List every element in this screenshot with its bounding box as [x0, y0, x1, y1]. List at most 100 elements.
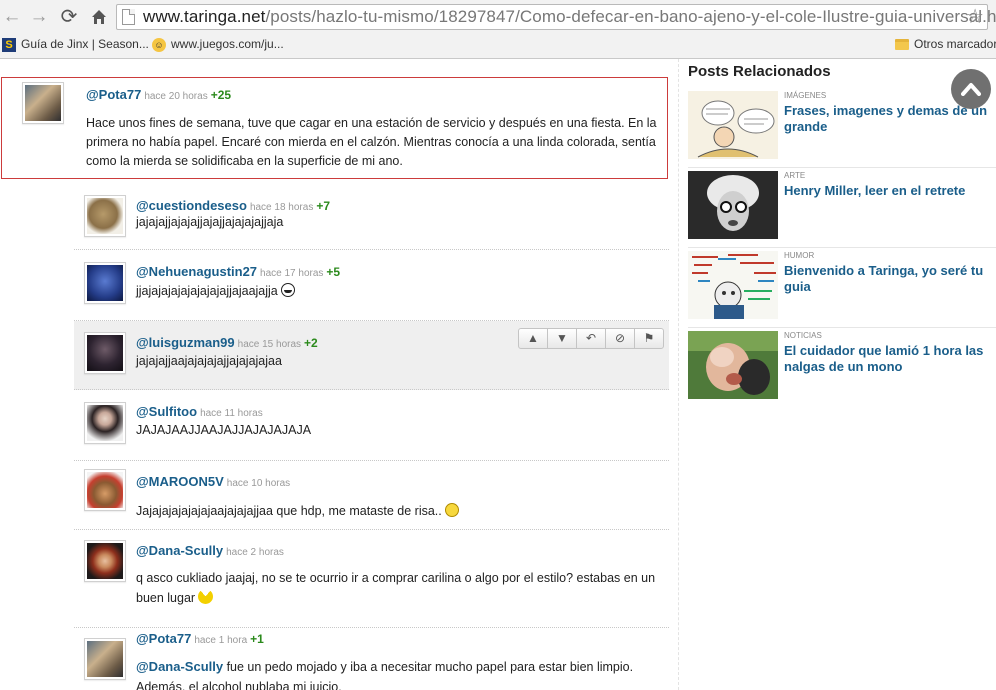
season-favicon-icon: S [2, 37, 16, 52]
comment-time: hace 18 horas [249, 202, 314, 213]
comment-text-wrap: @Dana-Scully fue un pedo mojado y iba a … [136, 657, 666, 690]
comment-author[interactable]: @Pota77 [136, 631, 191, 646]
comment-text-wrap: q asco cukliado jaajaj, no se te ocurrio… [136, 568, 666, 608]
comment-votes: +5 [326, 265, 341, 279]
comment-author[interactable]: @luisguzman99 [136, 335, 235, 350]
comment-item: @Dana-Scully hace 2 horas q asco cukliado… [74, 530, 669, 628]
comment-votes: +2 [304, 336, 318, 350]
comment-time: hace 20 horas [144, 91, 208, 102]
reload-icon: ⟳ [60, 6, 78, 28]
folder-icon [895, 39, 909, 51]
avatar[interactable] [84, 332, 126, 374]
related-post[interactable]: ARTE Henry Miller, leer en el retrete [688, 171, 996, 248]
post-title[interactable]: Frases, imagenes y demas de un grande [784, 103, 994, 135]
related-post[interactable]: IMÁGENES Frases, imagenes y demas de un … [688, 91, 996, 168]
reload-button[interactable]: ⟳ [58, 6, 80, 28]
comment-meta: @cuestiondeseso hace 18 horas +7 [136, 198, 330, 213]
laugh-emoticon-icon [444, 503, 459, 517]
report-button[interactable]: ⚑ [634, 328, 664, 349]
avatar[interactable] [84, 540, 126, 582]
comment-author[interactable]: @Sulfitoo [136, 404, 197, 419]
comment-text-wrap: jjajajajajajajajajajjajaajajja [136, 282, 666, 301]
vote-down-button[interactable]: ▼ [547, 328, 577, 349]
comment-author[interactable]: @Pota77 [86, 87, 141, 102]
post-category: HUMOR [784, 251, 815, 260]
url-text[interactable]: www.taringa.net/posts/hazlo-tu-mismo/182… [143, 7, 996, 27]
comment-item: @Sulfitoo hace 11 horas JAJAJAAJJAAJAJJAJ… [74, 390, 669, 461]
page-icon [122, 9, 135, 25]
bookmark-juegos[interactable]: ☺ www.juegos.com/ju... [152, 37, 284, 52]
thumbs-down-icon: ▼ [556, 331, 568, 345]
comment-author[interactable]: @Dana-Scully [136, 543, 223, 558]
related-post[interactable]: NOTICIAS El cuidador que lamió 1 hora la… [688, 331, 996, 407]
comment-meta: @Pota77 hace 20 horas +25 [86, 87, 231, 102]
bookmark-label: Guía de Jinx | Season... [21, 37, 149, 51]
avatar[interactable] [84, 638, 126, 680]
address-bar[interactable]: www.taringa.net/posts/hazlo-tu-mismo/182… [116, 4, 996, 30]
forward-button[interactable]: → [28, 6, 50, 28]
block-icon: ⊘ [614, 331, 626, 345]
comment-text-line2: Además, el alcohol nublaba mi juicio. [136, 680, 342, 690]
comment-author[interactable]: @Nehuenagustin27 [136, 264, 257, 279]
post-title[interactable]: El cuidador que lamió 1 hora las nalgas … [784, 343, 994, 375]
comment-item-hovered: @luisguzman99 hace 15 horas +2 jajajajjaaj… [74, 321, 669, 390]
bookmark-label: www.juegos.com/ju... [171, 37, 284, 51]
cutoff-text [210, 59, 510, 63]
comment-time: hace 15 horas [237, 339, 302, 350]
comment-votes: +1 [250, 632, 264, 646]
flag-icon: ⚑ [643, 331, 655, 345]
back-button[interactable]: ← [1, 6, 23, 28]
arrow-left-icon: ← [2, 6, 22, 27]
bookmark-star-button[interactable]: ☆ [966, 5, 984, 29]
comment-meta: @Pota77 hace 1 hora +1 [136, 631, 264, 646]
comment-author[interactable]: @cuestiondeseso [136, 198, 247, 213]
post-category: ARTE [784, 171, 806, 180]
comment-actions: ▲ ▼ ↶ ⊘ ⚑ [518, 328, 664, 349]
block-button[interactable]: ⊘ [605, 328, 635, 349]
avatar[interactable] [84, 262, 126, 304]
url-domain: www.taringa.net [143, 7, 266, 26]
browser-toolbar: ← → ⟳ www.taringa.net/posts/hazlo-tu-mis… [0, 0, 996, 59]
post-title[interactable]: Henry Miller, leer en el retrete [784, 183, 994, 199]
avatar[interactable] [84, 469, 126, 511]
arrow-right-icon: → [29, 6, 49, 27]
comment-votes: +7 [316, 199, 331, 213]
chevron-up-icon [961, 83, 981, 96]
other-bookmarks[interactable]: Otros marcadores [895, 37, 996, 51]
reply-button[interactable]: ↶ [576, 328, 606, 349]
comment-meta: @Sulfitoo hace 11 horas [136, 404, 266, 419]
avatar[interactable] [84, 195, 126, 237]
highlighted-comment: @Pota77 hace 20 horas +25 Hace unos fines … [1, 77, 668, 179]
related-post[interactable]: HUMOR Bienvenido a Taringa, yo seré tu g… [688, 251, 996, 328]
post-thumbnail[interactable] [688, 331, 778, 399]
comment-meta: @luisguzman99 hace 15 horas +2 [136, 335, 318, 350]
bookmark-jinx[interactable]: S Guía de Jinx | Season... [2, 37, 149, 52]
post-thumbnail[interactable] [688, 91, 778, 159]
comment-text-wrap: Jajajajajajajajaajajajajjaa que hdp, me … [136, 502, 666, 521]
comment-meta: @MAROON5V hace 10 horas [136, 474, 293, 489]
mention-link[interactable]: @Dana-Scully [136, 659, 223, 674]
avatar[interactable] [22, 82, 64, 124]
comment-meta: @Nehuenagustin27 hace 17 horas +5 [136, 264, 340, 279]
post-thumbnail[interactable] [688, 171, 778, 239]
comment-text: jajajajjajajajjajajjajajajajjaja [136, 215, 284, 229]
post-thumbnail[interactable] [688, 251, 778, 319]
vote-up-button[interactable]: ▲ [518, 328, 548, 349]
other-bookmarks-label: Otros marcadores [914, 37, 996, 51]
comment-text: JAJAJAAJJAAJAJJAJAJAJAJA [136, 423, 312, 437]
bookmarks-bar: S Guía de Jinx | Season... ☺ www.juegos.co… [0, 34, 996, 56]
comment-time: hace 2 horas [226, 547, 284, 558]
comment-author[interactable]: @MAROON5V [136, 474, 224, 489]
pacman-emoticon-icon [198, 589, 214, 604]
post-title[interactable]: Bienvenido a Taringa, yo seré tu guia [784, 263, 994, 295]
post-category: NOTICIAS [784, 331, 822, 340]
url-path: /posts/hazlo-tu-mismo/18297847/Como-defe… [265, 7, 996, 26]
home-button[interactable] [88, 6, 110, 28]
scroll-top-button[interactable] [951, 69, 991, 109]
sidebar-divider [678, 59, 679, 690]
star-icon: ☆ [966, 6, 984, 28]
comment-text: fue un pedo mojado y iba a necesitar muc… [223, 660, 634, 674]
comment-item: @MAROON5V hace 10 horas Jajajajajajajajaa… [74, 461, 669, 530]
avatar[interactable] [84, 402, 126, 444]
thumbs-up-icon: ▲ [527, 331, 539, 345]
